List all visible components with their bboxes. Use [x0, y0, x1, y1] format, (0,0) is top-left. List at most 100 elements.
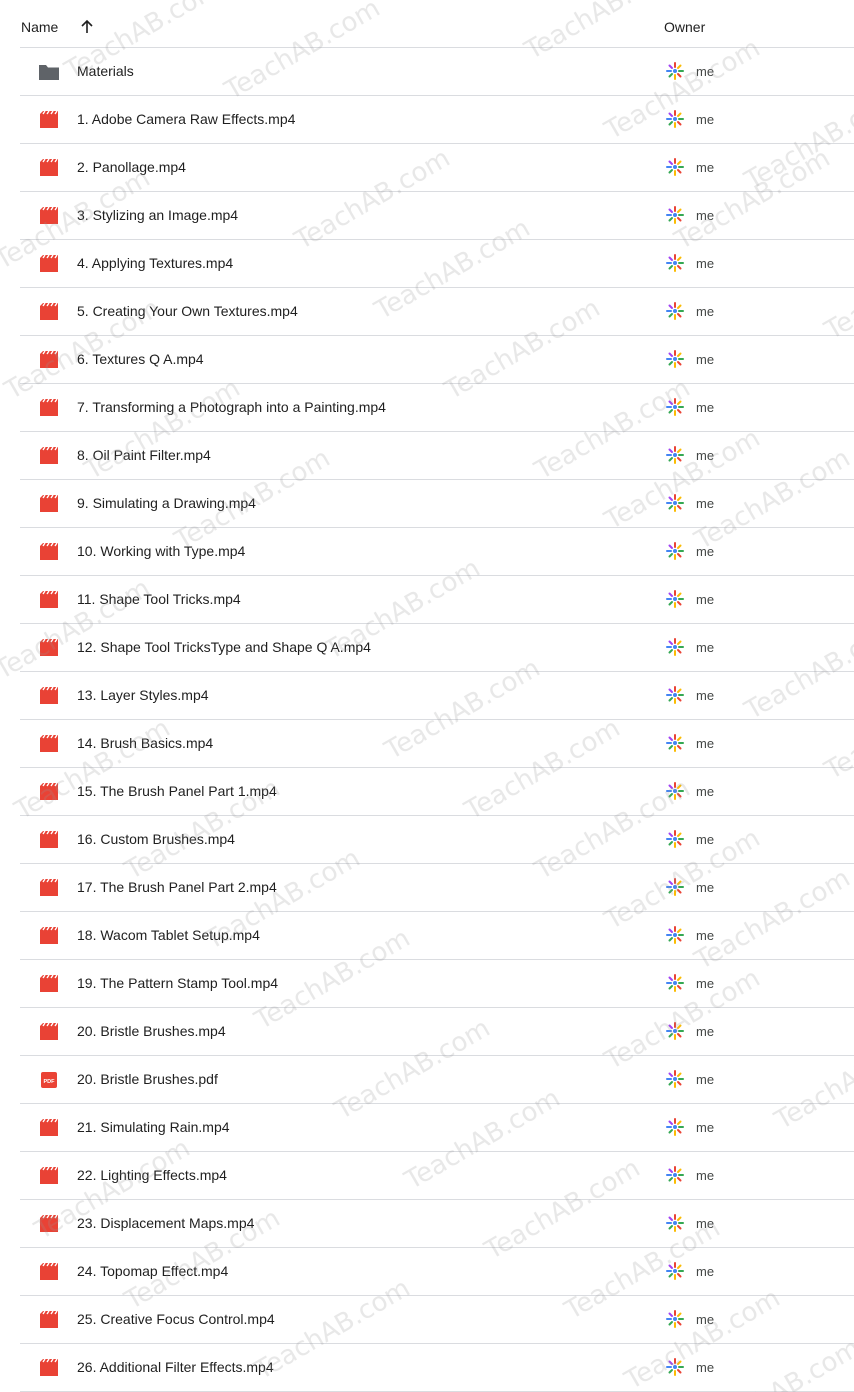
file-row[interactable]: 8. Oil Paint Filter.mp4 me: [20, 432, 854, 480]
owner-label: me: [696, 400, 715, 415]
file-name: 23. Displacement Maps.mp4: [77, 1215, 255, 1231]
video-file-icon: [40, 782, 58, 800]
video-file-icon: [40, 350, 58, 368]
file-name: 10. Working with Type.mp4: [77, 543, 246, 559]
owner-avatar: [666, 590, 684, 608]
owner-avatar: [666, 686, 684, 704]
owner-avatar: [666, 446, 684, 464]
video-file-icon: [40, 638, 58, 656]
video-file-icon: [40, 1310, 58, 1328]
file-row[interactable]: 12. Shape Tool TricksType and Shape Q A.…: [20, 624, 854, 672]
owner-label: me: [696, 928, 715, 943]
file-row[interactable]: 24. Topomap Effect.mp4 me: [20, 1248, 854, 1296]
file-row[interactable]: 16. Custom Brushes.mp4 me: [20, 816, 854, 864]
owner-label: me: [696, 448, 715, 463]
owner-label: me: [696, 688, 715, 703]
file-name: 22. Lighting Effects.mp4: [77, 1167, 227, 1183]
video-file-icon: [40, 734, 58, 752]
file-row[interactable]: 9. Simulating a Drawing.mp4 me: [20, 480, 854, 528]
owner-label: me: [696, 1312, 715, 1327]
video-file-icon: [40, 1166, 58, 1184]
owner-avatar: [666, 254, 684, 272]
owner-label: me: [696, 304, 715, 319]
file-row[interactable]: 2. Panollage.mp4 me: [20, 144, 854, 192]
video-file-icon: [40, 686, 58, 704]
file-row[interactable]: 21. Simulating Rain.mp4 me: [20, 1104, 854, 1152]
video-file-icon: [40, 110, 58, 128]
file-row[interactable]: 26. Additional Filter Effects.mp4 me: [20, 1344, 854, 1392]
owner-avatar: [666, 782, 684, 800]
file-name: 1. Adobe Camera Raw Effects.mp4: [77, 111, 296, 127]
file-name: 2. Panollage.mp4: [77, 159, 186, 175]
folder-row[interactable]: Materials me: [20, 48, 854, 96]
owner-label: me: [696, 1024, 715, 1039]
video-file-icon: [40, 926, 58, 944]
file-name: 16. Custom Brushes.mp4: [77, 831, 235, 847]
video-file-icon: [40, 1214, 58, 1232]
file-row[interactable]: 20. Bristle Brushes.mp4 me: [20, 1008, 854, 1056]
owner-label: me: [696, 544, 715, 559]
file-row[interactable]: 5. Creating Your Own Textures.mp4 me: [20, 288, 854, 336]
arrow-up-icon[interactable]: [80, 19, 94, 35]
owner-avatar: [666, 302, 684, 320]
video-file-icon: [40, 974, 58, 992]
name-column-header[interactable]: Name: [21, 19, 58, 35]
owner-label: me: [696, 1360, 715, 1375]
file-name: 21. Simulating Rain.mp4: [77, 1119, 230, 1135]
file-row[interactable]: 22. Lighting Effects.mp4 me: [20, 1152, 854, 1200]
owner-label: me: [696, 640, 715, 655]
file-row[interactable]: 1. Adobe Camera Raw Effects.mp4 me: [20, 96, 854, 144]
video-file-icon: [40, 254, 58, 272]
owner-avatar: [666, 158, 684, 176]
owner-avatar: [666, 542, 684, 560]
file-row[interactable]: 3. Stylizing an Image.mp4 me: [20, 192, 854, 240]
owner-label: me: [696, 592, 715, 607]
file-name: 3. Stylizing an Image.mp4: [77, 207, 239, 223]
file-row[interactable]: 4. Applying Textures.mp4 me: [20, 240, 854, 288]
file-row[interactable]: 6. Textures Q A.mp4 me: [20, 336, 854, 384]
svg-text:PDF: PDF: [44, 1079, 56, 1085]
owner-label: me: [696, 1120, 715, 1135]
file-row[interactable]: 15. The Brush Panel Part 1.mp4 me: [20, 768, 854, 816]
video-file-icon: [40, 1262, 58, 1280]
file-row[interactable]: 23. Displacement Maps.mp4 me: [20, 1200, 854, 1248]
owner-label: me: [696, 208, 715, 223]
owner-label: me: [696, 256, 715, 271]
file-row[interactable]: 14. Brush Basics.mp4 me: [20, 720, 854, 768]
list-header: Name Owner: [20, 0, 854, 48]
file-name: 20. Bristle Brushes.mp4: [77, 1023, 226, 1039]
file-name: 4. Applying Textures.mp4: [77, 255, 234, 271]
file-row[interactable]: 10. Working with Type.mp4 me: [20, 528, 854, 576]
file-name: 24. Topomap Effect.mp4: [77, 1263, 229, 1279]
owner-avatar: [666, 1118, 684, 1136]
owner-label: me: [696, 1168, 715, 1183]
video-file-icon: [40, 1358, 58, 1376]
owner-avatar: [666, 206, 684, 224]
owner-avatar: [666, 1214, 684, 1232]
file-name: Materials: [77, 63, 134, 79]
owner-label: me: [696, 352, 715, 367]
owner-label: me: [696, 976, 715, 991]
file-row[interactable]: 18. Wacom Tablet Setup.mp4 me: [20, 912, 854, 960]
file-row[interactable]: 25. Creative Focus Control.mp4 me: [20, 1296, 854, 1344]
file-name: 8. Oil Paint Filter.mp4: [77, 447, 211, 463]
owner-avatar: [666, 878, 684, 896]
file-name: 6. Textures Q A.mp4: [77, 351, 204, 367]
owner-avatar: [666, 398, 684, 416]
file-name: 7. Transforming a Photograph into a Pain…: [77, 399, 386, 415]
file-row[interactable]: 7. Transforming a Photograph into a Pain…: [20, 384, 854, 432]
owner-label: me: [696, 160, 715, 175]
file-row[interactable]: 17. The Brush Panel Part 2.mp4 me: [20, 864, 854, 912]
owner-label: me: [696, 496, 715, 511]
file-row[interactable]: 19. The Pattern Stamp Tool.mp4 me: [20, 960, 854, 1008]
file-name: 26. Additional Filter Effects.mp4: [77, 1359, 274, 1375]
file-row[interactable]: 11. Shape Tool Tricks.mp4 me: [20, 576, 854, 624]
file-name: 14. Brush Basics.mp4: [77, 735, 214, 751]
owner-avatar: [666, 494, 684, 512]
file-name: 12. Shape Tool TricksType and Shape Q A.…: [77, 639, 371, 655]
owner-label: me: [696, 784, 715, 799]
file-row[interactable]: 13. Layer Styles.mp4 me: [20, 672, 854, 720]
folder-icon: [39, 65, 59, 80]
file-row[interactable]: PDF 20. Bristle Brushes.pdf me: [20, 1056, 854, 1104]
pdf-file-icon: PDF: [41, 1072, 57, 1088]
